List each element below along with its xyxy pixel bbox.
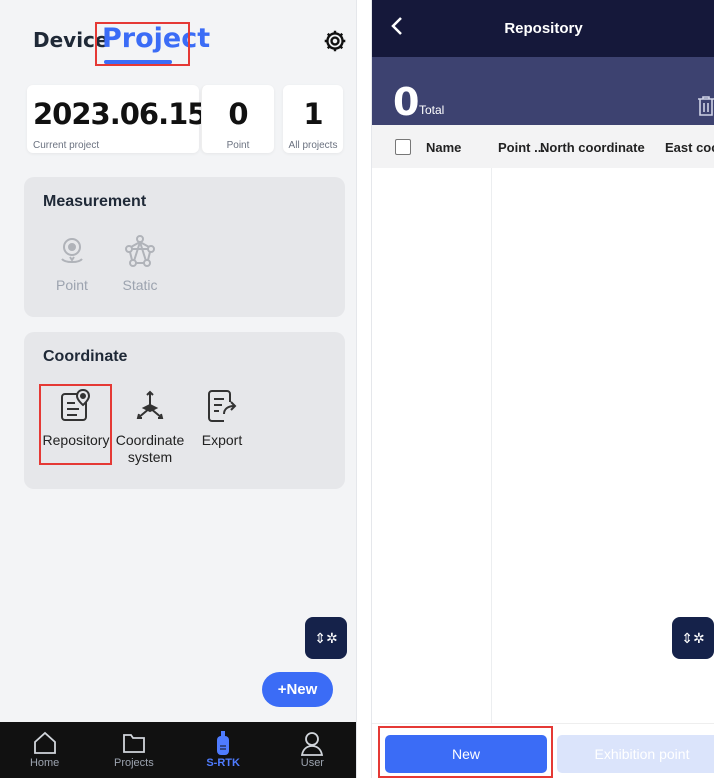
export-icon <box>208 390 237 422</box>
measurement-title: Measurement <box>43 193 147 210</box>
current-project-date: 2023.06.15 <box>33 97 207 131</box>
repository-header: Repository <box>372 0 714 57</box>
point-count-card[interactable]: 0 Point <box>201 85 274 153</box>
coordinate-system-button[interactable]: Coordinate system <box>115 388 185 466</box>
trash-icon[interactable] <box>697 95 714 117</box>
measurement-section: Measurement Point Static <box>24 177 345 317</box>
nav-projects[interactable]: Projects <box>89 722 178 778</box>
column-name[interactable]: Name <box>426 140 461 155</box>
repository-summary-bar: 0 Total <box>372 57 714 125</box>
export-label: Export <box>201 432 243 448</box>
location-pin-icon <box>61 238 83 263</box>
nav-home[interactable]: Home <box>0 722 89 778</box>
measurement-point-label: Point <box>56 277 88 293</box>
settings-gear-icon[interactable] <box>322 28 348 54</box>
bluetooth-connect-button[interactable]: ⇕✲ <box>305 617 347 659</box>
bluetooth-connect-button[interactable]: ⇕✲ <box>672 617 714 659</box>
repository-title: Repository <box>504 20 583 37</box>
export-button[interactable]: Export <box>194 388 250 449</box>
all-projects-label: All projects <box>288 140 338 151</box>
coordinate-axes-icon <box>136 390 164 419</box>
highlight-box-new <box>378 726 553 778</box>
coordinate-title: Coordinate <box>43 348 128 365</box>
total-label: Total <box>419 103 445 117</box>
total-count: 0 <box>393 80 420 124</box>
new-project-button[interactable]: +New <box>262 672 333 707</box>
repository-screen: Repository 0 Total Name Point ... North … <box>371 0 714 778</box>
coordinate-system-label: Coordinate system <box>115 432 185 465</box>
bottom-nav: Home Projects S-RTK User <box>0 722 356 778</box>
nav-user[interactable]: User <box>268 722 356 778</box>
select-all-checkbox[interactable] <box>395 139 411 155</box>
current-project-card[interactable]: 2023.06.15 Current project <box>27 85 207 153</box>
measurement-point-button[interactable]: Point <box>46 233 98 294</box>
top-tab-bar: Device Project <box>0 0 356 75</box>
measurement-static-button[interactable]: Static <box>112 233 168 294</box>
column-east-coordinate[interactable]: East coo <box>665 140 714 155</box>
all-projects-value: 1 <box>303 97 323 131</box>
repository-footer: New Exhibition point <box>372 723 714 778</box>
column-divider <box>491 168 492 723</box>
highlight-box-project <box>95 22 190 66</box>
user-icon <box>301 732 324 756</box>
nav-user-label: User <box>300 757 324 769</box>
folder-icon <box>122 734 145 753</box>
nav-srtk-label: S-RTK <box>206 757 240 769</box>
nav-home-label: Home <box>29 757 60 769</box>
all-projects-card[interactable]: 1 All projects <box>283 85 343 153</box>
table-header: Name Point ... North coordinate East coo <box>372 125 714 168</box>
nav-srtk[interactable]: S-RTK <box>179 722 268 778</box>
static-network-icon <box>125 235 155 267</box>
point-count-value: 0 <box>228 97 248 131</box>
column-point[interactable]: Point ... <box>498 140 545 155</box>
measurement-static-label: Static <box>122 277 158 293</box>
current-project-label: Current project <box>33 140 100 151</box>
home-icon <box>33 731 56 754</box>
nav-projects-label: Projects <box>114 757 154 769</box>
point-count-label: Point <box>226 140 250 151</box>
column-north-coordinate[interactable]: North coordinate <box>540 140 645 155</box>
project-screen: Device Project 2023.06.15 Current projec… <box>0 0 357 778</box>
exhibition-point-button[interactable]: Exhibition point <box>557 735 714 773</box>
table-body <box>372 168 714 723</box>
highlight-box-repository <box>39 384 112 465</box>
receiver-icon <box>217 731 230 755</box>
